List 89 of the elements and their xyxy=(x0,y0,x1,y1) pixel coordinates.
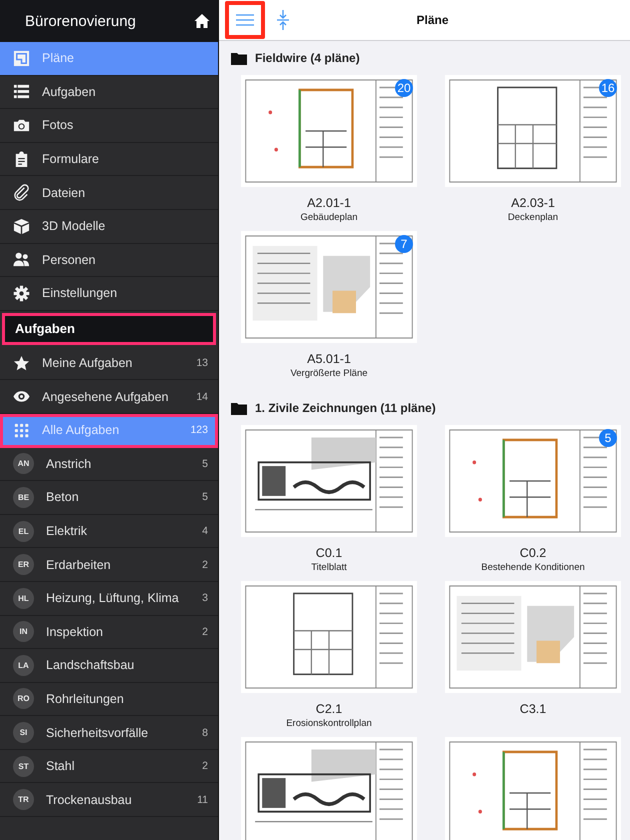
folder-icon xyxy=(231,52,247,64)
plan-name: Erosionskontrollplan xyxy=(286,718,372,729)
category-label: Stahl xyxy=(46,759,76,774)
task-count: 8 xyxy=(202,726,208,739)
menu-icon xyxy=(236,14,254,26)
task-count: 4 xyxy=(202,525,208,538)
category-item[interactable]: BE Beton 5 xyxy=(0,481,218,515)
plan-code: A2.03-1 xyxy=(511,196,555,210)
plan-name: Titelblatt xyxy=(311,562,347,573)
category-avatar: BE xyxy=(13,486,34,508)
folder-title: 1. Zivile Zeichnungen (11 pläne) xyxy=(255,401,436,415)
category-item[interactable]: IN Inspektion 2 xyxy=(0,616,218,650)
page-title: Pläne xyxy=(415,13,450,27)
category-avatar: HL xyxy=(13,588,34,609)
task-count: 3 xyxy=(202,592,208,604)
plan-code: A5.01-1 xyxy=(307,352,351,366)
project-title: Bürorenovierung xyxy=(25,12,136,30)
category-item[interactable]: ER Erdarbeiten 2 xyxy=(0,548,218,582)
filter-label: Alle Aufgaben xyxy=(42,423,120,438)
settings-icon xyxy=(13,284,30,302)
plan-code: A2.01-1 xyxy=(307,196,351,210)
category-avatar: SI xyxy=(13,722,34,744)
category-item[interactable]: LA Landschaftsbau xyxy=(0,649,218,683)
category-item[interactable]: EL Elektrik 4 xyxy=(0,514,218,548)
nav-item[interactable]: Aufgaben xyxy=(0,76,218,110)
menu-button[interactable] xyxy=(225,1,265,39)
home-icon[interactable] xyxy=(194,13,210,29)
category-avatar: TR xyxy=(13,789,34,810)
category-label: Heizung, Lüftung, Klima xyxy=(46,591,180,606)
nav-item[interactable]: Personen xyxy=(0,244,218,278)
section-header: Aufgaben xyxy=(2,312,216,345)
category-label: Beton xyxy=(46,490,80,504)
plan-name: Vergrößerte Pläne xyxy=(290,368,368,379)
task-count: 2 xyxy=(202,626,208,638)
task-count: 5 xyxy=(202,458,208,470)
category-label: Inspektion xyxy=(46,624,104,639)
nav-item[interactable]: 3D Modelle xyxy=(0,210,218,244)
floor-plan-icon xyxy=(13,50,30,67)
category-avatar: ER xyxy=(13,554,34,576)
plan-code: C0.1 xyxy=(316,546,342,560)
category-avatar: AN xyxy=(13,453,34,474)
star-icon xyxy=(13,354,30,372)
nav-item[interactable]: Fotos xyxy=(0,109,218,143)
category-avatar: LA xyxy=(13,654,34,676)
task-count: 2 xyxy=(202,760,208,772)
clipboard-icon xyxy=(13,150,30,168)
task-count: 14 xyxy=(196,390,208,403)
task-count: 13 xyxy=(196,357,208,370)
category-label: Anstrich xyxy=(46,456,92,471)
folder-icon xyxy=(231,402,247,414)
category-label: Sicherheitsvorfälle xyxy=(46,726,150,740)
collapse-icon[interactable] xyxy=(277,10,289,30)
plan-code: C0.2 xyxy=(520,546,546,560)
folder-title: Fieldwire (4 pläne) xyxy=(255,51,360,65)
category-item[interactable]: RO Rohrleitungen xyxy=(0,682,218,716)
category-item[interactable]: ST Stahl 2 xyxy=(0,750,218,784)
category-label: Landschaftsbau xyxy=(46,658,136,672)
task-count: 11 xyxy=(197,794,208,806)
paperclip-icon xyxy=(13,184,30,202)
people-icon xyxy=(13,251,30,268)
category-item[interactable]: AN Anstrich 5 xyxy=(0,448,218,482)
plan-name: Bestehende Konditionen xyxy=(481,562,585,573)
category-label: Trockenausbau xyxy=(46,792,133,807)
plan-name: Gebäudeplan xyxy=(300,212,358,223)
category-avatar: IN xyxy=(13,621,34,642)
plan-name: Deckenplan xyxy=(508,212,558,223)
category-label: Elektrik xyxy=(46,524,88,538)
category-avatar: RO xyxy=(13,688,34,710)
category-item[interactable]: SI Sicherheitsvorfälle 8 xyxy=(0,716,218,750)
nav-item[interactable]: Formulare xyxy=(0,142,218,176)
category-item[interactable]: HL Heizung, Lüftung, Klima 3 xyxy=(0,582,218,616)
category-item[interactable]: TR Trockenausbau 11 xyxy=(0,783,218,818)
filter-label: Meine Aufgaben xyxy=(42,356,134,370)
task-count: 2 xyxy=(202,558,208,571)
category-label: Rohrleitungen xyxy=(46,692,125,706)
category-label: Erdarbeiten xyxy=(46,558,112,572)
category-avatar: ST xyxy=(13,756,34,777)
task-count: 5 xyxy=(202,491,208,504)
category-avatar: EL xyxy=(13,520,34,542)
task-filter-item[interactable]: Meine Aufgaben 13 xyxy=(0,346,218,380)
grid-icon xyxy=(13,422,30,439)
list-icon xyxy=(13,83,30,100)
nav-item[interactable]: Einstellungen xyxy=(0,277,218,311)
task-count: 123 xyxy=(190,424,208,436)
cube-icon xyxy=(13,218,30,235)
nav-item[interactable]: Dateien xyxy=(0,176,218,210)
filter-label: Angesehene Aufgaben xyxy=(42,390,170,404)
plan-code: C3.1 xyxy=(520,702,546,716)
plan-code: C2.1 xyxy=(316,702,342,716)
